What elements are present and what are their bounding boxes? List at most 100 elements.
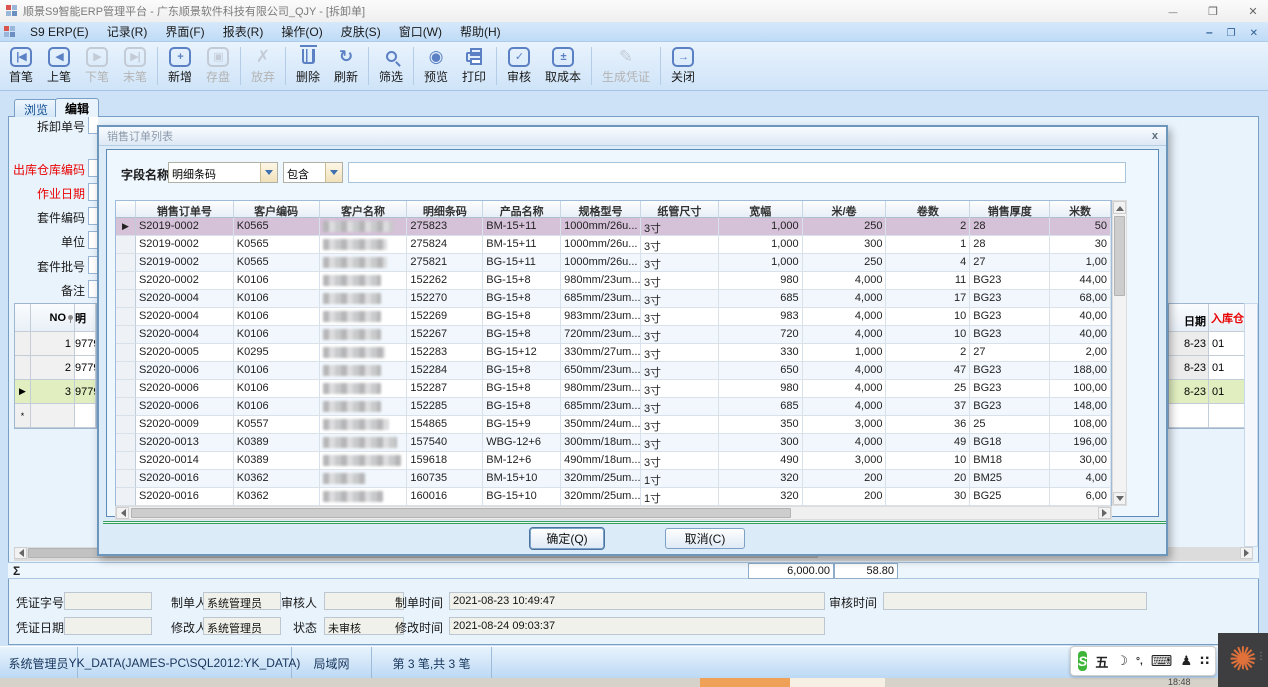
tab-browse[interactable]: 浏览 <box>14 99 58 117</box>
column-header-6[interactable]: 纸管尺寸 <box>641 201 719 218</box>
toolbar-button-preview[interactable]: ◉预览 <box>417 44 455 88</box>
toolbar-button-filter[interactable]: 筛选 <box>372 44 410 88</box>
footer-field-3[interactable]: 2021-08-24 09:03:37 <box>449 617 825 635</box>
sales-order-row[interactable]: S2020-0002K0106152262BG-15+8980mm/23um..… <box>116 272 1111 290</box>
sales-order-row[interactable]: ▶S2019-0002K0565275823BM-15+111000mm/26u… <box>116 218 1111 236</box>
scroll-left-icon[interactable] <box>116 507 129 519</box>
filter-value-input[interactable] <box>348 162 1126 183</box>
corner-app-window[interactable]: ✺ ⋮ <box>1218 633 1268 687</box>
column-header-11[interactable]: 米数 <box>1050 201 1111 218</box>
column-header-4[interactable]: 产品名称 <box>483 201 561 218</box>
scroll-right-icon[interactable] <box>1098 507 1111 519</box>
menu-item-3[interactable]: 操作(O) <box>272 23 331 41</box>
sales-order-row[interactable]: S2020-0004K0106152269BG-15+8983mm/23um..… <box>116 308 1111 326</box>
column-header-8[interactable]: 米/卷 <box>803 201 887 218</box>
toolbar-button-audit[interactable]: ✓审核 <box>500 44 538 88</box>
chevron-down-icon[interactable] <box>325 163 342 182</box>
toolbar-button-print[interactable]: 打印 <box>455 44 493 88</box>
toolbar-button-new-record[interactable]: +新增 <box>161 44 199 88</box>
person-icon[interactable] <box>1180 653 1192 669</box>
sales-order-row[interactable]: S2019-0002K0565275824BM-15+111000mm/26u.… <box>116 236 1111 254</box>
menu-item-0[interactable]: 记录(R) <box>98 23 157 41</box>
footer-field-4[interactable] <box>883 592 1147 610</box>
column-header-9[interactable]: 卷数 <box>886 201 970 218</box>
moon-icon[interactable] <box>1116 653 1128 669</box>
detail-row[interactable]: 197792 <box>15 332 96 356</box>
column-header-2[interactable]: 客户名称 <box>320 201 408 218</box>
close-icon[interactable] <box>1246 4 1260 18</box>
column-header-3[interactable]: 明细条码 <box>407 201 483 218</box>
column-header-date[interactable]: 日期 <box>1169 304 1209 332</box>
column-header-detail[interactable]: 明 <box>75 304 96 332</box>
ok-button[interactable]: 确定(Q) <box>530 528 604 549</box>
detail-row[interactable] <box>1169 404 1251 428</box>
menu-s9erp[interactable]: S9 ERP(E) <box>21 23 98 41</box>
column-header-7[interactable]: 宽幅 <box>719 201 803 218</box>
footer-label-修改时间: 修改时间 <box>333 619 443 636</box>
dialog-close-icon[interactable]: x <box>1152 130 1158 142</box>
sales-order-row[interactable]: S2020-0013K0389157540WBG-12+6300mm/18um.… <box>116 434 1111 452</box>
toolbar-button-label: 取成本 <box>545 68 581 85</box>
toolbar-button-delete[interactable]: 删除 <box>289 44 327 88</box>
detail-row[interactable]: ▶397792 <box>15 380 96 404</box>
keyboard-icon[interactable] <box>1151 652 1173 670</box>
sales-order-row[interactable]: S2020-0006K0106152287BG-15+8980mm/23um..… <box>116 380 1111 398</box>
scroll-up-icon[interactable] <box>1113 201 1126 214</box>
sales-order-row[interactable]: S2020-0016K0362160735BM-15+10320mm/25um.… <box>116 470 1111 488</box>
column-header-0[interactable]: 销售订单号 <box>136 201 234 218</box>
cancel-button[interactable]: 取消(C) <box>665 528 745 549</box>
scroll-right-icon[interactable] <box>1240 547 1253 559</box>
sales-order-row[interactable]: S2020-0006K0106152284BG-15+8650mm/23um..… <box>116 362 1111 380</box>
sales-order-row[interactable]: S2020-0006K0106152285BG-15+8685mm/23um..… <box>116 398 1111 416</box>
menu-item-4[interactable]: 皮肤(S) <box>332 23 390 41</box>
sales-order-row[interactable]: S2020-0004K0106152267BG-15+8720mm/23um..… <box>116 326 1111 344</box>
column-header-1[interactable]: 客户编码 <box>234 201 320 218</box>
wubi-mode-icon[interactable]: 五 <box>1095 652 1108 671</box>
menu-item-6[interactable]: 帮助(H) <box>451 23 510 41</box>
toolbar-button-refresh[interactable]: ↻刷新 <box>327 44 365 88</box>
dialog-horizontal-scrollbar[interactable] <box>115 506 1112 520</box>
toolbar-button-previous-record[interactable]: ◀上笔 <box>40 44 78 88</box>
dialog-vertical-scrollbar[interactable] <box>1112 200 1127 506</box>
cell: 4,000 <box>803 290 887 308</box>
detail-row[interactable]: 8-2301 <box>1169 332 1251 356</box>
punctuation-icon[interactable]: °, <box>1136 656 1143 667</box>
scroll-thumb[interactable] <box>1114 216 1125 296</box>
minimize-icon[interactable] <box>1166 4 1180 18</box>
sales-order-row[interactable]: S2019-0002K0565275821BG-15+111000mm/26u.… <box>116 254 1111 272</box>
menu-item-2[interactable]: 报表(R) <box>214 23 273 41</box>
grid-vertical-scrollbar[interactable] <box>1244 303 1258 547</box>
detail-row[interactable]: * <box>15 404 96 428</box>
operator-select[interactable]: 包含 <box>283 162 343 183</box>
mdi-close-icon[interactable] <box>1250 25 1258 39</box>
menu-item-1[interactable]: 界面(F) <box>156 23 213 41</box>
maximize-icon[interactable] <box>1206 4 1220 18</box>
scroll-left-icon[interactable] <box>14 547 27 559</box>
mdi-restore-icon[interactable] <box>1227 25 1236 39</box>
row-indicator <box>116 380 136 398</box>
chevron-down-icon[interactable] <box>260 163 277 182</box>
toolbox-grid-icon[interactable] <box>1200 653 1209 669</box>
sales-order-row[interactable]: S2020-0016K0362160016BG-15+10320mm/25um.… <box>116 488 1111 506</box>
column-header-10[interactable]: 销售厚度 <box>970 201 1050 218</box>
toolbar-button-first-record[interactable]: |◀首笔 <box>2 44 40 88</box>
detail-row[interactable]: 8-2301 <box>1169 356 1251 380</box>
column-header-no[interactable]: NO <box>31 304 75 332</box>
sogou-logo-icon[interactable]: S <box>1078 651 1087 671</box>
mdi-minimize-icon[interactable] <box>1206 25 1213 39</box>
scroll-thumb[interactable] <box>131 508 791 518</box>
scroll-down-icon[interactable] <box>1113 492 1126 505</box>
tab-edit[interactable]: 编辑 <box>55 98 99 117</box>
column-header-5[interactable]: 规格型号 <box>561 201 641 218</box>
cell <box>320 272 408 290</box>
sales-order-row[interactable]: S2020-0014K0389159618BM-12+6490mm/18um..… <box>116 452 1111 470</box>
sales-order-row[interactable]: S2020-0009K0557154865BG-15+9350mm/24um..… <box>116 416 1111 434</box>
sales-order-row[interactable]: S2020-0005K0295152283BG-15+12330mm/27um.… <box>116 344 1111 362</box>
toolbar-button-close-form[interactable]: →关闭 <box>664 44 702 88</box>
detail-row[interactable]: 8-2301 <box>1169 380 1251 404</box>
sales-order-row[interactable]: S2020-0004K0106152270BG-15+8685mm/23um..… <box>116 290 1111 308</box>
field-name-select[interactable]: 明细条码 <box>168 162 278 183</box>
toolbar-button-get-cost[interactable]: ±取成本 <box>538 44 588 88</box>
detail-row[interactable]: 297792 <box>15 356 96 380</box>
menu-item-5[interactable]: 窗口(W) <box>390 23 451 41</box>
